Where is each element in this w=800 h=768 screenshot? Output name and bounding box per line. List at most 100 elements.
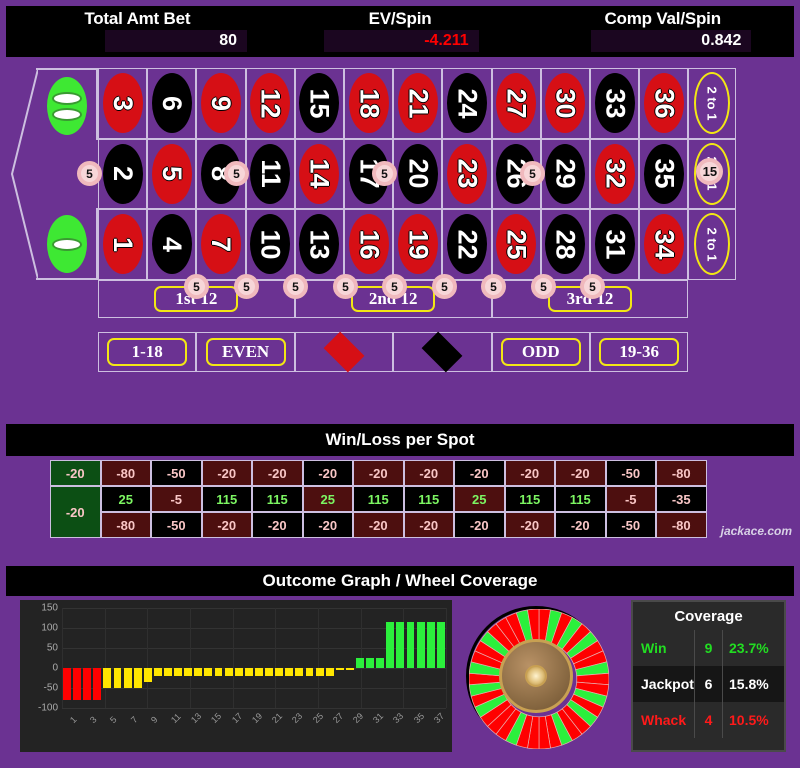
bet-spot-19[interactable]: 19 <box>393 209 443 280</box>
chip-street-bet[interactable]: 5 <box>531 274 556 299</box>
bet-spot-00[interactable] <box>36 68 98 140</box>
chip-split-bet[interactable]: 5 <box>77 161 102 186</box>
bet-spot-16[interactable]: 16 <box>344 209 394 280</box>
chart-bar <box>436 622 445 668</box>
chip-column-bet[interactable]: 15 <box>696 157 724 185</box>
chart-bar <box>133 668 142 688</box>
outside-bet-red[interactable] <box>294 331 394 373</box>
bet-spot-2[interactable]: 2 <box>98 138 148 210</box>
number-label: 15 <box>304 88 335 119</box>
bet-spot-33[interactable]: 33 <box>590 68 640 139</box>
chart-bar <box>366 658 375 668</box>
number-oval: 22 <box>446 214 487 275</box>
bet-spot-0[interactable] <box>36 208 98 280</box>
chip-street-bet[interactable]: 5 <box>234 274 259 299</box>
chip-street-bet[interactable]: 5 <box>333 274 358 299</box>
wl-cell: -50 <box>605 512 656 538</box>
chart-gridline <box>62 608 446 609</box>
number-oval: 19 <box>397 214 438 275</box>
bet-spot-20[interactable]: 20 <box>393 138 443 210</box>
chart-x-tick-label: 29 <box>350 710 366 726</box>
bet-spot-23[interactable]: 23 <box>442 138 492 210</box>
wl-cell: -20 <box>454 512 505 538</box>
bet-spot-4[interactable]: 4 <box>147 209 197 280</box>
outcome-body: 150 100 50 0 -50 -100 1 3 5 7 9 11 13 15 17 19 21 23 25 27… <box>6 596 794 762</box>
outside-bet-black[interactable] <box>393 331 492 373</box>
chart-bar <box>315 668 324 676</box>
wl-cell: -20 <box>252 512 303 538</box>
wheel-hub <box>499 639 573 713</box>
bet-spot-3[interactable]: 3 <box>98 68 148 139</box>
bet-spot-18[interactable]: 18 <box>344 68 394 139</box>
bet-spot-1[interactable]: 1 <box>98 209 148 280</box>
chart-bar <box>345 668 354 670</box>
number-oval: 12 <box>250 73 291 134</box>
bet-spot-12[interactable]: 12 <box>245 68 295 139</box>
bet-spot-34[interactable]: 34 <box>639 209 689 280</box>
chip-street-bet[interactable]: 5 <box>580 274 605 299</box>
number-oval: 25 <box>496 214 537 275</box>
chart-y-tick-label: 100 <box>41 622 58 634</box>
bet-spot-32[interactable]: 32 <box>590 138 640 210</box>
bet-spot-35[interactable]: 35 <box>639 138 689 210</box>
bet-spot-5[interactable]: 5 <box>147 138 197 210</box>
bet-spot-28[interactable]: 28 <box>540 209 590 280</box>
bet-spot-11[interactable]: 11 <box>245 138 295 210</box>
outcome-bar-chart: 150 100 50 0 -50 -100 1 3 5 7 9 11 13 15 17 19 21 23 25 27… <box>20 600 452 752</box>
chip-split-bet[interactable]: 5 <box>372 161 397 186</box>
chip-split-bet[interactable]: 5 <box>520 161 545 186</box>
chart-bar <box>295 668 304 676</box>
bet-spot-10[interactable]: 10 <box>245 209 295 280</box>
chip-street-bet[interactable]: 5 <box>481 274 506 299</box>
number-label: 3 <box>108 95 139 111</box>
outside-bet-odd[interactable]: ODD <box>491 331 590 372</box>
bet-spot-15[interactable]: 15 <box>294 68 344 139</box>
chart-y-tick-label: -50 <box>43 682 58 694</box>
chip-split-bet[interactable]: 5 <box>224 161 249 186</box>
wl-cell: -20 <box>201 512 252 538</box>
bet-spot-7[interactable]: 7 <box>196 209 246 280</box>
bet-spot-24[interactable]: 24 <box>442 68 492 139</box>
bet-spot-14[interactable]: 14 <box>294 138 344 210</box>
stat-total-amt-bet: Total Amt Bet 80 <box>6 6 269 57</box>
column-bet-label: 2 to 1 <box>704 86 720 121</box>
black-diamond-icon <box>421 331 463 373</box>
number-oval: 5 <box>151 143 192 204</box>
outside-bet-19-36[interactable]: 19-36 <box>590 331 689 372</box>
bet-spot-27[interactable]: 27 <box>491 68 541 139</box>
outside-bet-1-18[interactable]: 1-18 <box>98 331 197 372</box>
column-bet-2to1-row1[interactable]: 2 to 1 <box>688 68 737 139</box>
chart-gridline-vertical <box>190 608 191 708</box>
bet-spot-25[interactable]: 25 <box>491 209 541 280</box>
chart-bar <box>275 668 284 676</box>
chart-bar <box>416 622 425 668</box>
coverage-label: Whack <box>641 712 687 728</box>
bet-spot-36[interactable]: 36 <box>639 68 689 139</box>
number-oval: 28 <box>545 214 586 275</box>
outcome-title: Outcome Graph / Wheel Coverage <box>6 566 794 596</box>
chart-x-tick-label: 17 <box>229 710 244 726</box>
chip-street-bet[interactable]: 5 <box>382 274 407 299</box>
number-label: 13 <box>304 229 335 260</box>
bet-spot-13[interactable]: 13 <box>294 209 344 280</box>
column-bet-label-ring: 2 to 1 <box>694 213 731 276</box>
number-oval: 18 <box>348 73 389 134</box>
bet-spot-9[interactable]: 9 <box>196 68 246 139</box>
bet-spot-21[interactable]: 21 <box>393 68 443 139</box>
wl-cell: -50 <box>151 460 202 486</box>
number-label: 9 <box>206 95 237 111</box>
number-label: 33 <box>600 88 631 119</box>
chip-street-bet[interactable]: 5 <box>432 274 457 299</box>
bet-spot-22[interactable]: 22 <box>442 209 492 280</box>
bet-spot-6[interactable]: 6 <box>147 68 197 139</box>
win-loss-title: Win/Loss per Spot <box>6 424 794 456</box>
chip-street-bet[interactable]: 5 <box>283 274 308 299</box>
chart-bar <box>255 668 263 676</box>
bet-spot-31[interactable]: 31 <box>590 209 640 280</box>
outside-bet-even[interactable]: EVEN <box>196 331 295 372</box>
column-bet-2to1-row3[interactable]: 2 to 1 <box>688 209 737 280</box>
chip-street-bet[interactable]: 5 <box>184 274 209 299</box>
chart-gridline-vertical <box>104 608 106 708</box>
bet-spot-29[interactable]: 29 <box>540 138 590 210</box>
bet-spot-30[interactable]: 30 <box>540 68 590 139</box>
